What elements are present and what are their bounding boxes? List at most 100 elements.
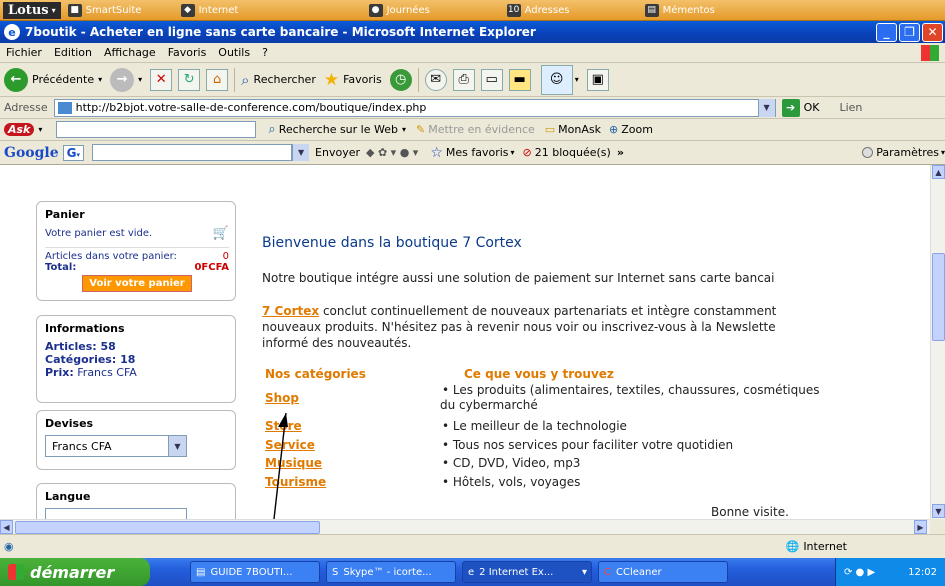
task-ccleaner[interactable]: C CCleaner	[598, 561, 728, 583]
ask-search-input[interactable]	[56, 121, 257, 138]
back-arrow-icon: ←	[4, 67, 28, 92]
google-g-icon[interactable]: G▾	[62, 144, 85, 161]
menu-fichier[interactable]: Fichier	[0, 46, 48, 59]
ask-dropdown-icon[interactable]: ▾	[38, 125, 42, 134]
links-button[interactable]: Lien	[839, 101, 862, 114]
more-chevron-icon[interactable]: »	[617, 146, 624, 159]
view-cart-button[interactable]: Voir votre panier	[82, 275, 192, 292]
task-guide[interactable]: ▤ GUIDE 7BOUTI...	[190, 561, 320, 583]
popup-blocker-icon: ⊘	[522, 146, 532, 159]
info-articles: Articles: 58	[45, 340, 116, 353]
partners-paragraph: 7 Cortex conclut continuellement de nouv…	[262, 304, 777, 350]
vertical-scrollbar[interactable]: ▲ ▼	[930, 165, 945, 519]
menu-edition[interactable]: Edition	[48, 46, 98, 59]
lotus-menu-button[interactable]: Lotus ▾	[3, 1, 61, 19]
mail-icon[interactable]: ✉	[424, 68, 447, 91]
task-internet-explorer[interactable]: e2 Internet Ex... ▾	[462, 561, 592, 583]
search-web-dropdown-icon[interactable]: ▾	[402, 125, 406, 134]
star-icon: ☆	[430, 144, 443, 161]
page-icon	[57, 101, 72, 114]
horizontal-scrollbar[interactable]: ◀ ▶	[0, 519, 930, 534]
messenger-dropdown-icon[interactable]: ▾	[575, 75, 579, 84]
category-musique-desc: • CD, DVD, Video, mp3	[442, 456, 581, 470]
category-service-desc: • Tous nos services pour faciliter votre…	[442, 438, 734, 452]
google-toolbar: Google G▾ ▼ Envoyer ◆ ✿ ▾ ● ▾ ☆ Mes favo…	[0, 141, 945, 165]
research-icon[interactable]: ▣	[586, 68, 609, 91]
menu-outils[interactable]: Outils	[212, 46, 256, 59]
monask-icon: ▭	[544, 123, 556, 136]
tray-icons[interactable]: ⟳ ● ▶	[844, 567, 875, 578]
zoom-button[interactable]: Zoom	[621, 123, 653, 136]
settings-dropdown-icon[interactable]: ▾	[941, 148, 945, 157]
ccleaner-icon: C	[604, 566, 611, 578]
menu-help[interactable]: ?	[256, 46, 274, 59]
edit-icon[interactable]: ▭	[480, 68, 503, 91]
search-web-button[interactable]: Recherche sur le Web	[279, 123, 398, 136]
lotus-segment-adresses[interactable]: 10 Adresses	[503, 2, 638, 19]
my-favorites-button[interactable]: Mes favoris	[446, 146, 509, 159]
send-button[interactable]: Envoyer	[315, 146, 360, 159]
google-logo[interactable]: Google	[4, 145, 59, 161]
send-options-icons[interactable]: ◆ ✿ ▾ ● ▾	[366, 146, 418, 159]
stop-icon[interactable]: ✕	[150, 68, 173, 91]
mementos-icon: ▤	[644, 3, 659, 17]
cart-icon: 🛒	[212, 226, 229, 241]
back-button[interactable]: ← Précédente ▾	[4, 67, 102, 92]
address-input[interactable]: http://b2bjot.votre-salle-de-conference.…	[53, 98, 776, 117]
forward-button[interactable]: → ▾	[110, 67, 142, 92]
home-icon[interactable]: ⌂	[206, 68, 229, 91]
favorites-dropdown-icon[interactable]: ▾	[511, 148, 515, 157]
go-arrow-icon: ➔	[781, 98, 800, 117]
start-button[interactable]: démarrer	[0, 558, 150, 586]
category-shop-desc: • Les produits (alimentaires, textiles, …	[440, 383, 820, 412]
ask-logo[interactable]: Ask	[4, 123, 35, 136]
zoom-icon: ⊕	[609, 123, 619, 136]
history-icon[interactable]: ◷	[389, 68, 412, 91]
google-search-input[interactable]	[92, 144, 293, 161]
toolbar-separator	[234, 67, 236, 92]
menu-affichage[interactable]: Affichage	[98, 46, 162, 59]
settings-button[interactable]: Paramètres	[876, 146, 939, 159]
close-button[interactable]: ✕	[922, 22, 943, 42]
favorites-button[interactable]: ★ Favoris	[324, 70, 382, 90]
lotus-segment-smartsuite[interactable]: ■ SmartSuite	[64, 2, 174, 19]
scroll-down-icon[interactable]: ▼	[932, 504, 945, 518]
currency-panel: Devises Francs CFA ▼	[36, 410, 236, 470]
cart-total-value: 0FCFA	[194, 262, 229, 273]
currency-select[interactable]: Francs CFA ▼	[45, 435, 187, 457]
google-search-dropdown-icon[interactable]: ▼	[292, 144, 310, 161]
refresh-icon[interactable]: ↻	[178, 68, 201, 91]
vertical-scroll-thumb[interactable]	[932, 253, 945, 341]
search-icon: ⌕	[241, 70, 250, 89]
task-skype[interactable]: S Skype™ - icorte...	[326, 561, 456, 583]
lotus-segment-mementos[interactable]: ▤ Mémentos	[641, 2, 781, 19]
print-icon[interactable]: ⎙	[452, 68, 475, 91]
popup-blocked-count[interactable]: 21 bloquée(s)	[535, 146, 611, 159]
lotus-segment-journees[interactable]: ● Journées	[365, 2, 500, 19]
messenger-icon[interactable]: ☺	[540, 64, 573, 95]
currency-dropdown-icon[interactable]: ▼	[168, 436, 186, 456]
monask-button[interactable]: MonAsk	[558, 123, 601, 136]
address-url: http://b2bjot.votre-salle-de-conference.…	[75, 101, 427, 114]
scroll-right-icon[interactable]: ▶	[914, 520, 927, 534]
go-button[interactable]: ➔ OK	[781, 98, 819, 117]
maximize-button[interactable]: ❐	[899, 22, 920, 42]
scroll-up-icon[interactable]: ▲	[932, 165, 945, 179]
info-price-value: Francs CFA	[77, 366, 137, 379]
standard-toolbar: ← Précédente ▾ → ▾ ✕ ↻ ⌂ ⌕ Rechercher ★ Fa…	[0, 63, 945, 97]
minimize-button[interactable]: _	[876, 22, 897, 42]
window-title-bar: e 7boutik - Acheter en ligne sans carte …	[0, 21, 945, 43]
status-bar: ◉ 🌐 Internet	[0, 534, 945, 558]
horizontal-scroll-thumb[interactable]	[15, 521, 320, 534]
scroll-left-icon[interactable]: ◀	[0, 520, 13, 534]
intro-text: Notre boutique intégre aussi une solutio…	[262, 271, 775, 285]
lotus-segment-internet[interactable]: ◆ Internet	[177, 2, 362, 19]
search-button[interactable]: ⌕ Rechercher	[241, 71, 316, 89]
menu-favoris[interactable]: Favoris	[162, 46, 213, 59]
highlighter-icon: ✎	[416, 123, 426, 136]
folder-icon[interactable]: ▬	[508, 68, 531, 91]
highlight-button[interactable]: Mettre en évidence	[428, 123, 535, 136]
language-select[interactable]	[45, 508, 187, 519]
address-dropdown-icon[interactable]: ▼	[757, 98, 775, 117]
category-tourisme-desc: • Hôtels, vols, voyages	[442, 475, 581, 489]
